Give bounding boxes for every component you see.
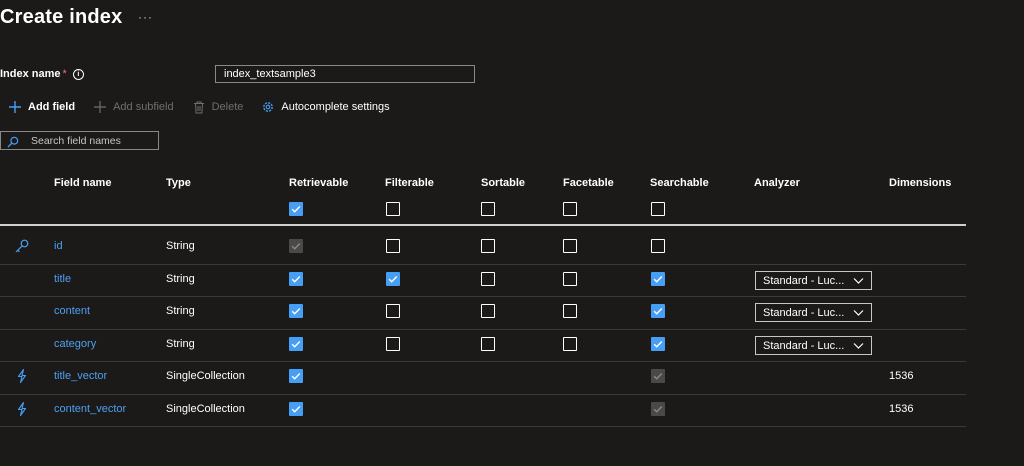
page-title: Create index bbox=[0, 6, 123, 28]
command-bar: Add field Add subfield Delete Autocomple… bbox=[8, 98, 408, 116]
field-name-link[interactable]: category bbox=[54, 338, 96, 350]
retrievable-checkbox[interactable] bbox=[289, 369, 303, 384]
retrievable-checkbox bbox=[289, 239, 303, 254]
searchable-checkbox[interactable] bbox=[651, 304, 665, 319]
facetable-checkbox[interactable] bbox=[563, 239, 577, 254]
field-type: String bbox=[166, 337, 195, 350]
index-name-input[interactable]: index_textsample3 bbox=[215, 65, 475, 83]
add-field-label: Add field bbox=[28, 101, 76, 113]
retrievable-checkbox[interactable] bbox=[289, 401, 303, 416]
column-header-analyzer[interactable]: Analyzer bbox=[754, 177, 800, 189]
gear-icon bbox=[261, 100, 275, 114]
analyzer-value: Standard - Luc... bbox=[763, 274, 845, 287]
column-header-retrievable[interactable]: Retrievable bbox=[289, 177, 348, 189]
column-header-field-name[interactable]: Field name bbox=[54, 177, 111, 189]
field-type: String bbox=[166, 305, 195, 318]
analyzer-dropdown[interactable]: Standard - Luc... bbox=[755, 335, 872, 355]
filterable-checkbox[interactable] bbox=[386, 336, 400, 351]
index-name-label-text: Index name bbox=[0, 68, 61, 80]
column-header-facetable[interactable]: Facetable bbox=[563, 177, 614, 189]
column-header-dimensions[interactable]: Dimensions bbox=[889, 177, 951, 189]
field-name-link[interactable]: content bbox=[54, 305, 90, 317]
searchable-checkbox bbox=[651, 369, 665, 384]
column-header-searchable[interactable]: Searchable bbox=[650, 177, 709, 189]
filterable-checkbox[interactable] bbox=[386, 239, 400, 254]
filterable-checkbox[interactable] bbox=[386, 271, 400, 286]
field-type: SingleCollection bbox=[166, 370, 245, 383]
search-box[interactable] bbox=[0, 131, 159, 150]
row-divider bbox=[0, 296, 966, 297]
field-name-link[interactable]: content_vector bbox=[54, 403, 126, 415]
select-all-sortable-checkbox[interactable] bbox=[481, 202, 495, 216]
autocomplete-settings-button[interactable]: Autocomplete settings bbox=[261, 100, 390, 114]
add-subfield-label: Add subfield bbox=[113, 101, 174, 113]
row-divider bbox=[0, 426, 966, 427]
search-input[interactable] bbox=[31, 134, 151, 147]
more-options-button[interactable]: ··· bbox=[138, 10, 153, 24]
chevron-down-icon bbox=[853, 341, 864, 353]
header-divider bbox=[0, 224, 966, 226]
facetable-checkbox[interactable] bbox=[563, 271, 577, 286]
lightning-icon bbox=[14, 368, 30, 384]
field-type: String bbox=[166, 240, 195, 253]
lightning-icon bbox=[14, 401, 30, 417]
chevron-down-icon bbox=[853, 308, 864, 320]
field-type: SingleCollection bbox=[166, 402, 245, 415]
field-name-link[interactable]: title_vector bbox=[54, 370, 107, 382]
row-divider bbox=[0, 361, 966, 362]
searchable-checkbox bbox=[651, 401, 665, 416]
info-icon[interactable]: i bbox=[72, 69, 84, 80]
dimensions-value: 1536 bbox=[889, 402, 914, 415]
select-all-facetable-checkbox[interactable] bbox=[563, 202, 577, 216]
searchable-checkbox[interactable] bbox=[651, 271, 665, 286]
add-field-button[interactable]: Add field bbox=[8, 100, 75, 114]
index-name-label: Index name * i bbox=[0, 68, 84, 80]
sortable-checkbox[interactable] bbox=[481, 239, 495, 254]
sortable-checkbox[interactable] bbox=[481, 271, 495, 286]
filterable-checkbox[interactable] bbox=[386, 304, 400, 319]
sortable-checkbox[interactable] bbox=[481, 304, 495, 319]
select-all-searchable-checkbox[interactable] bbox=[651, 202, 665, 216]
retrievable-checkbox[interactable] bbox=[289, 271, 303, 286]
select-all-filterable-checkbox[interactable] bbox=[386, 202, 400, 216]
row-divider bbox=[0, 394, 966, 395]
required-asterisk: * bbox=[62, 68, 67, 80]
field-name-link[interactable]: id bbox=[54, 240, 63, 252]
analyzer-value: Standard - Luc... bbox=[763, 307, 845, 320]
retrievable-checkbox[interactable] bbox=[289, 336, 303, 351]
field-type: String bbox=[166, 272, 195, 285]
autocomplete-settings-label: Autocomplete settings bbox=[281, 101, 390, 113]
analyzer-dropdown[interactable]: Standard - Luc... bbox=[755, 303, 872, 323]
sortable-checkbox[interactable] bbox=[481, 336, 495, 351]
retrievable-checkbox[interactable] bbox=[289, 304, 303, 319]
analyzer-value: Standard - Luc... bbox=[763, 339, 845, 352]
facetable-checkbox[interactable] bbox=[563, 336, 577, 351]
dimensions-value: 1536 bbox=[889, 370, 914, 383]
plus-icon bbox=[93, 100, 107, 114]
searchable-checkbox[interactable] bbox=[651, 336, 665, 351]
chevron-down-icon bbox=[853, 276, 864, 288]
column-header-type[interactable]: Type bbox=[166, 177, 191, 189]
select-all-retrievable-checkbox[interactable] bbox=[289, 202, 303, 216]
analyzer-dropdown[interactable]: Standard - Luc... bbox=[755, 270, 872, 290]
delete-label: Delete bbox=[211, 101, 244, 113]
key-icon bbox=[14, 238, 30, 254]
delete-button[interactable]: Delete bbox=[192, 100, 244, 114]
field-name-link[interactable]: title bbox=[54, 273, 71, 285]
trash-icon bbox=[192, 100, 206, 114]
plus-icon bbox=[8, 100, 22, 114]
row-divider bbox=[0, 329, 966, 330]
searchable-checkbox[interactable] bbox=[651, 239, 665, 254]
add-subfield-button[interactable]: Add subfield bbox=[93, 100, 174, 114]
search-icon bbox=[7, 135, 19, 147]
facetable-checkbox[interactable] bbox=[563, 304, 577, 319]
column-header-filterable[interactable]: Filterable bbox=[385, 177, 434, 189]
row-divider bbox=[0, 264, 966, 265]
column-header-sortable[interactable]: Sortable bbox=[481, 177, 525, 189]
